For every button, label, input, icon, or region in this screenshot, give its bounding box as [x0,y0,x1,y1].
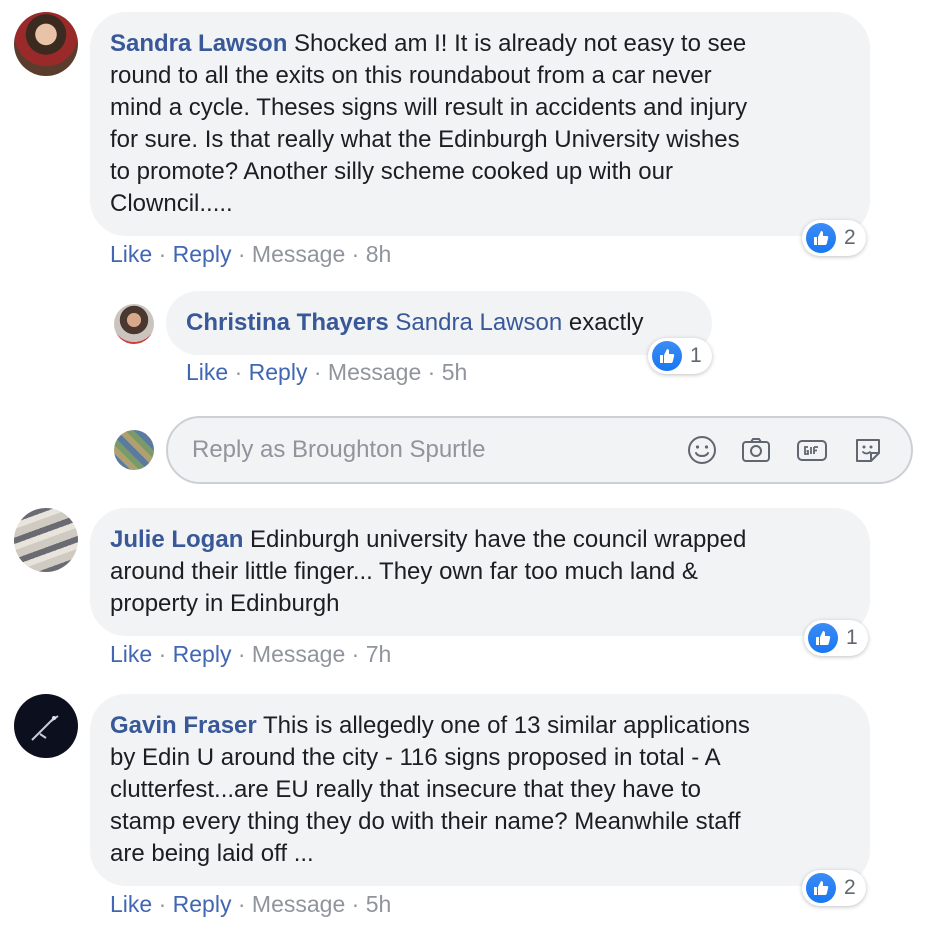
emoji-icon[interactable] [686,434,718,466]
like-icon [808,623,838,653]
comment-bubble: Sandra Lawson Shocked am I! It is alread… [90,12,870,236]
reaction-count[interactable]: 2 [802,870,866,906]
reaction-count[interactable]: 1 [648,338,712,374]
reaction-number: 1 [846,626,858,649]
message-link[interactable]: Message [252,641,345,667]
avatar-christina-thayers[interactable] [114,304,154,344]
gif-icon[interactable] [796,434,828,466]
reaction-number: 1 [690,344,702,367]
message-link[interactable]: Message [252,241,345,267]
reply-link[interactable]: Reply [173,241,232,267]
like-icon [806,223,836,253]
comment-actions: Like · Reply · Message · 8h [110,241,392,267]
comment-line: Sandra Lawson Shocked am I! It is alread… [110,30,747,57]
timestamp[interactable]: 7h [366,641,392,667]
avatar-gavin-fraser[interactable] [14,694,78,758]
reaction-count[interactable]: 2 [802,220,866,256]
like-icon [806,873,836,903]
message-link[interactable]: Message [252,891,345,917]
sticker-icon[interactable] [852,434,884,466]
comment-actions: Like · Reply · Message · 5h [110,891,392,917]
reaction-number: 2 [844,876,856,899]
reply-link[interactable]: Reply [249,359,308,385]
timestamp[interactable]: 5h [366,891,392,917]
reaction-count[interactable]: 1 [804,620,868,656]
reply-input[interactable] [192,418,672,482]
like-link[interactable]: Like [110,891,152,917]
comment-actions: Like · Reply · Message · 7h [110,641,392,667]
reply-link[interactable]: Reply [173,641,232,667]
comment-author[interactable]: Sandra Lawson [110,30,287,57]
timestamp[interactable]: 8h [366,241,392,267]
like-link[interactable]: Like [186,359,228,385]
comment-line: Gavin Fraser This is allegedly one of 13… [110,712,750,739]
comment-line: round to all the exits on this roundabou… [110,62,712,89]
timestamp[interactable]: 5h [442,359,468,385]
comment-line: clutterfest...are EU really that insecur… [110,776,701,803]
reaction-number: 2 [844,226,856,249]
avatar-page [114,430,154,470]
comment-line: mind a cycle. Theses signs will result i… [110,94,748,121]
message-link[interactable]: Message [328,359,421,385]
reply-link[interactable]: Reply [173,891,232,917]
like-icon [652,341,682,371]
comment-author[interactable]: Gavin Fraser [110,712,257,739]
comment-line: stamp every thing they do with their nam… [110,808,741,835]
reply-bubble: Christina Thayers Sandra Lawson exactly [166,291,712,355]
avatar-julie-logan[interactable] [14,508,78,572]
comment-line: around their little finger... They own f… [110,558,698,585]
like-link[interactable]: Like [110,641,152,667]
comment-line: property in Edinburgh [110,590,340,617]
reply-text: exactly [562,309,644,336]
avatar-sandra-lawson[interactable] [14,12,78,76]
comment-line: by Edin U around the city - 116 signs pr… [110,744,721,771]
comment-line: to promote? Another silly scheme cooked … [110,158,673,185]
comment-author[interactable]: Julie Logan [110,526,243,553]
camera-icon[interactable] [740,434,772,466]
comment-line: for sure. Is that really what the Edinbu… [110,126,740,153]
comment-line: are being laid off ... [110,840,314,867]
mention-link[interactable]: Sandra Lawson [395,309,562,336]
reply-actions: Like · Reply · Message · 5h [186,359,468,385]
comment-bubble: Julie Logan Edinburgh university have th… [90,508,870,636]
like-link[interactable]: Like [110,241,152,267]
comment-line: Julie Logan Edinburgh university have th… [110,526,747,553]
reply-box [166,416,913,484]
comment-bubble: Gavin Fraser This is allegedly one of 13… [90,694,870,886]
reply-author[interactable]: Christina Thayers [186,309,389,336]
comment-line: Clowncil..... [110,190,233,217]
